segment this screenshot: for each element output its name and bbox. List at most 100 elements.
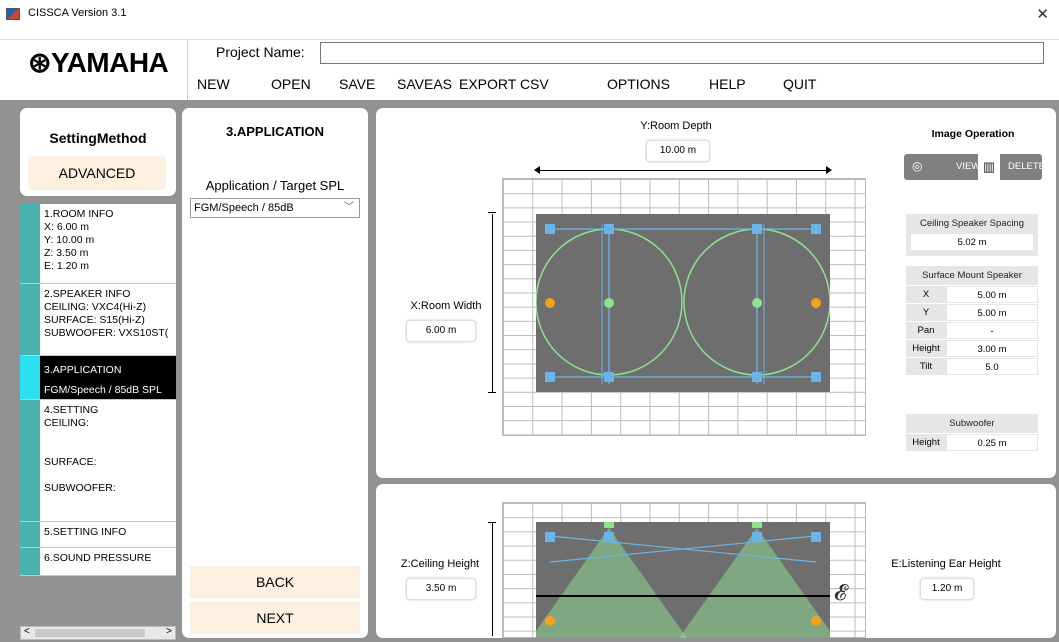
coverage-cone [679,528,830,638]
sm-x-label: X [922,289,930,300]
ceiling-speaker-marker[interactable] [752,224,762,234]
ceiling-speaker-marker[interactable] [545,372,555,382]
sm-y-label: Y [922,307,930,318]
menu-save[interactable]: SAVE [339,76,375,92]
step-sound-pressure[interactable]: 6.SOUND PRESSURE [20,548,176,576]
application-select[interactable]: FGM/Speech / 85dB ﹀ [190,198,360,218]
room-depth-label: Y:Room Depth [640,120,712,132]
arrow-left-icon [534,166,540,174]
step-text: 1.ROOM INFO X: 6.00 m Y: 10.00 m Z: 3.50 mE… [44,208,114,272]
surface-speaker-marker[interactable] [604,298,614,308]
ceiling-spacing-title: Ceiling Speaker Spacing [919,218,1025,229]
setting-method-title: SettingMethod [49,130,147,146]
elevation-view-panel: Z:Ceiling Height 3.50 m 𝓔 E:Listening Ea… [376,484,1056,638]
sm-height-value[interactable]: 3.00 m [947,341,1037,356]
sm-height-label: Height [912,343,940,354]
step-text: 4.SETTING CEILING: SURFACE: SUBWOOFER: [44,404,116,494]
ceiling-speaker-marker[interactable] [545,532,555,542]
room-depth-value[interactable]: 10.00 m [646,140,710,162]
menu-export-csv[interactable]: EXPORT CSV [459,76,549,92]
eye-icon[interactable]: ◎ [912,159,922,173]
yamaha-logo: ⊛YAMAHA [28,47,169,78]
surface-mount-title: Surface Mount Speaker [922,270,1022,281]
application-label: Application / Target SPL [205,178,345,193]
steps-scrollbar[interactable]: < > [20,626,176,640]
steps-list: 1.ROOM INFO X: 6.00 m Y: 10.00 m Z: 3.50 mE… [20,204,176,576]
close-icon[interactable]: ✕ [1036,5,1049,23]
depth-dimension-line [536,170,830,171]
ceiling-speaker-marker[interactable] [604,372,614,382]
step-speaker-info[interactable]: 2.SPEAKER INFO CEILING: VXC4(Hi-Z) SURFACE… [20,284,176,356]
project-name-input[interactable] [320,42,1044,64]
subwoofer-marker[interactable] [545,616,555,626]
ceiling-spacing-box: Ceiling Speaker Spacing 5.02 m [906,214,1038,256]
subwoofer-marker[interactable] [545,298,555,308]
ceiling-speaker-marker[interactable] [752,372,762,382]
step-indicator [20,522,40,547]
image-operation-bar: ◎ VIEW ▥ DELETE [904,154,1045,180]
menu-open[interactable]: OPEN [271,76,311,92]
title-bar: CISSCA Version 3.1 ✕ [0,0,1059,40]
step-setting-info[interactable]: 5.SETTING INFO [20,522,176,548]
surface-mount-box: Surface Mount Speaker X 5.00 m Y 5.00 m Pa… [906,266,1038,375]
scroll-left-icon[interactable]: < [24,626,30,637]
menu-quit[interactable]: QUIT [783,76,816,92]
surface-speaker-marker[interactable] [604,522,614,528]
step-text: 2.SPEAKER INFO CEILING: VXC4(Hi-Z) SURFACE… [44,288,169,339]
scroll-right-icon[interactable]: > [166,626,172,637]
menu-help[interactable]: HELP [709,76,746,92]
ear-icon: 𝓔 [834,580,847,605]
project-name-label: Project Name: [216,44,305,60]
ceiling-speaker-marker[interactable] [752,532,762,542]
plan-view-panel: Y:Room Depth 10.00 m X:Room Width 6.00 m… [376,108,1056,478]
ceiling-height-label: Z:Ceiling Height [400,558,480,570]
advanced-mode-button[interactable]: ADVANCED [28,156,166,190]
ear-height-value[interactable]: 1.20 m [920,578,974,600]
subwoofer-title: Subwoofer [949,418,995,429]
step-text: 6.SOUND PRESSURE [44,552,152,564]
surface-speaker-marker[interactable] [752,298,762,308]
subwoofer-marker[interactable] [811,298,821,308]
step-text: 3.APPLICATION FGM/Speech / 85dB SPL [44,364,162,396]
dimension-tick [488,392,496,393]
menu-new[interactable]: NEW [197,76,230,92]
ceiling-speaker-marker[interactable] [604,224,614,234]
ceiling-height-value[interactable]: 3.50 m [406,578,476,600]
subwoofer-marker[interactable] [811,616,821,626]
room-width-value[interactable]: 6.00 m [406,320,476,342]
coverage-cone [536,528,687,638]
sm-y-value[interactable]: 5.00 m [947,305,1037,320]
dimension-tick [488,212,496,213]
menu-options[interactable]: OPTIONS [607,76,670,92]
next-button[interactable]: NEXT [190,602,360,634]
ceiling-speaker-marker[interactable] [811,372,821,382]
sm-tilt-value[interactable]: 5.0 [947,359,1037,374]
ceiling-speaker-marker[interactable] [811,224,821,234]
chevron-down-icon: ﹀ [344,202,354,213]
width-dimension-line [492,214,493,392]
ceiling-spacing-value: 5.02 m [911,234,1033,250]
menu-saveas[interactable]: SAVEAS [397,76,452,92]
scrollbar-thumb[interactable] [35,629,145,637]
surface-speaker-marker[interactable] [752,522,762,528]
trash-icon[interactable]: ▥ [978,154,1000,180]
ceiling-speaker-marker[interactable] [545,224,555,234]
ceiling-speaker-marker[interactable] [811,532,821,542]
step-indicator [20,400,40,521]
image-operation-title: Image Operation [931,128,1015,140]
sub-height-value[interactable]: 0.25 m [947,435,1037,450]
sm-x-value[interactable]: 5.00 m [947,287,1037,302]
sm-tilt-label: Tilt [919,361,933,372]
step-application[interactable]: 3.APPLICATION FGM/Speech / 85dB SPL [20,356,176,400]
ceiling-speaker-marker[interactable] [604,532,614,542]
step-setting[interactable]: 4.SETTING CEILING: SURFACE: SUBWOOFER: [20,400,176,522]
window-title: CISSCA Version 3.1 [28,7,127,19]
setting-method-panel: SettingMethod ADVANCED [20,108,176,196]
delete-button[interactable]: DELETE [1008,161,1045,172]
sm-pan-value[interactable]: - [947,323,1037,338]
back-button[interactable]: BACK [190,566,360,598]
room-width-label: X:Room Width [410,300,482,312]
step-room-info[interactable]: 1.ROOM INFO X: 6.00 m Y: 10.00 m Z: 3.50 mE… [20,204,176,284]
arrow-right-icon [826,166,832,174]
view-button[interactable]: VIEW [956,161,980,172]
